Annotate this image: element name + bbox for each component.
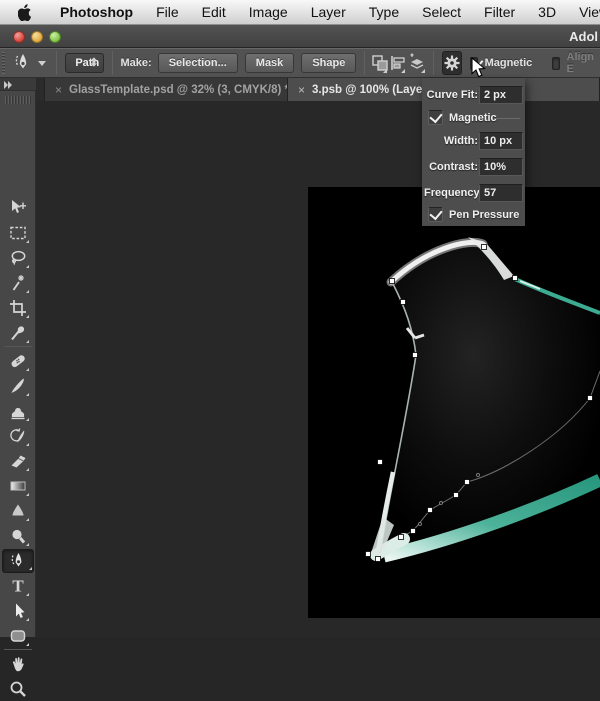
menu-layer[interactable]: Layer — [311, 4, 346, 20]
close-icon[interactable]: × — [298, 83, 305, 97]
rectangular-marquee-tool[interactable] — [6, 221, 30, 245]
eraser-tool[interactable] — [6, 449, 30, 473]
make-shape-button[interactable]: Shape — [301, 53, 356, 73]
eyedropper-tool[interactable] — [6, 321, 30, 345]
make-mask-button[interactable]: Mask — [245, 53, 295, 73]
tools-panel-grip[interactable] — [5, 96, 31, 104]
tab-label: 3.psb @ 100% (Layer 1, — [312, 84, 440, 96]
spot-healing-brush-tool[interactable] — [6, 349, 30, 373]
width-input[interactable] — [479, 132, 523, 150]
tools-panel-header[interactable] — [0, 78, 36, 91]
divider — [433, 51, 434, 75]
pen-tool-icon — [12, 52, 34, 74]
pen-options-popover: Curve Fit: Magnetic Width: Contrast: Fre… — [422, 78, 525, 226]
menu-photoshop[interactable]: Photoshop — [60, 4, 133, 20]
divider — [4, 649, 32, 650]
divider — [4, 346, 32, 347]
window-title-bar: Adol — [0, 25, 600, 48]
menu-image[interactable]: Image — [249, 4, 288, 20]
double-chevron-icon — [3, 81, 13, 89]
stepper-arrows-icon: ⬍ — [89, 57, 98, 70]
align-edges-label: Align E — [567, 51, 595, 75]
crop-tool[interactable] — [6, 296, 30, 320]
frequency-input[interactable] — [479, 184, 523, 202]
divider — [364, 51, 365, 75]
menu-select[interactable]: Select — [422, 4, 461, 20]
magnetic-popover-checkbox[interactable] — [428, 110, 443, 125]
divider — [56, 51, 57, 75]
move-tool[interactable] — [6, 196, 30, 220]
glass-shard-graphic — [308, 187, 600, 618]
type-tool[interactable]: T — [6, 574, 30, 598]
magnetic-label: Magnetic — [485, 57, 533, 69]
chevron-down-icon — [38, 61, 46, 66]
magnetic-popover-label: Magnetic — [449, 112, 497, 124]
mouse-cursor-icon — [471, 57, 488, 79]
width-label: Width: — [424, 135, 478, 147]
contrast-input[interactable] — [479, 158, 523, 176]
menu-3d[interactable]: 3D — [538, 4, 556, 20]
history-brush-tool[interactable] — [6, 424, 30, 448]
menu-file[interactable]: File — [156, 4, 179, 20]
menu-type[interactable]: Type — [369, 4, 399, 20]
contrast-label: Contrast: — [424, 161, 478, 173]
divider — [112, 51, 113, 75]
gradient-tool[interactable] — [6, 474, 30, 498]
pen-pressure-label: Pen Pressure — [449, 209, 519, 221]
svg-text:T: T — [12, 577, 24, 596]
pen-tool[interactable] — [2, 549, 34, 573]
dodge-tool[interactable] — [6, 524, 30, 548]
make-label: Make: — [121, 57, 152, 69]
window-title: Adol — [569, 29, 598, 44]
path-operations-button[interactable] — [371, 51, 389, 75]
magic-wand-tool[interactable] — [6, 271, 30, 295]
divider — [494, 118, 520, 119]
blur-tool[interactable] — [6, 499, 30, 523]
menu-filter[interactable]: Filter — [484, 4, 515, 20]
tools-panel: T — [0, 78, 36, 637]
path-selection-tool[interactable] — [6, 599, 30, 623]
zoom-tool[interactable] — [6, 677, 30, 701]
brush-tool[interactable] — [6, 374, 30, 398]
tool-mode-select[interactable]: Path ⬍ — [65, 53, 103, 73]
tab-glasstemplate[interactable]: × GlassTemplate.psd @ 32% (3, CMYK/8) * — [44, 78, 288, 101]
clone-stamp-tool[interactable] — [6, 399, 30, 423]
tool-preset-picker[interactable] — [8, 52, 50, 74]
minimize-window-button[interactable] — [31, 31, 43, 43]
tool-options-bar: Path ⬍ Make: Selection... Mask Shape — [0, 48, 600, 78]
document-image[interactable] — [308, 187, 600, 618]
pen-pressure-checkbox[interactable] — [428, 207, 443, 222]
lasso-tool[interactable] — [6, 246, 30, 270]
curve-fit-input[interactable] — [479, 86, 523, 104]
path-alignment-button[interactable] — [389, 51, 407, 75]
align-edges-checkbox — [552, 57, 559, 70]
zoom-window-button[interactable] — [49, 31, 61, 43]
apple-logo-icon[interactable] — [18, 4, 33, 21]
pen-options-gear-button[interactable] — [442, 51, 462, 75]
menu-edit[interactable]: Edit — [202, 4, 226, 20]
path-arrangement-button[interactable] — [407, 51, 427, 75]
frequency-label: Frequency: — [424, 187, 478, 199]
close-icon[interactable]: × — [55, 83, 62, 97]
hand-tool[interactable] — [6, 652, 30, 676]
options-bar-grip[interactable] — [2, 52, 5, 74]
make-selection-button[interactable]: Selection... — [158, 53, 238, 73]
curve-fit-label: Curve Fit: — [424, 89, 478, 101]
close-window-button[interactable] — [13, 31, 25, 43]
rounded-rectangle-tool[interactable] — [6, 624, 30, 648]
mac-menu-bar: Photoshop File Edit Image Layer Type Sel… — [0, 0, 600, 25]
menu-view[interactable]: View — [579, 4, 600, 20]
gear-icon — [443, 54, 461, 72]
tab-label: GlassTemplate.psd @ 32% (3, CMYK/8) * — [69, 84, 288, 96]
